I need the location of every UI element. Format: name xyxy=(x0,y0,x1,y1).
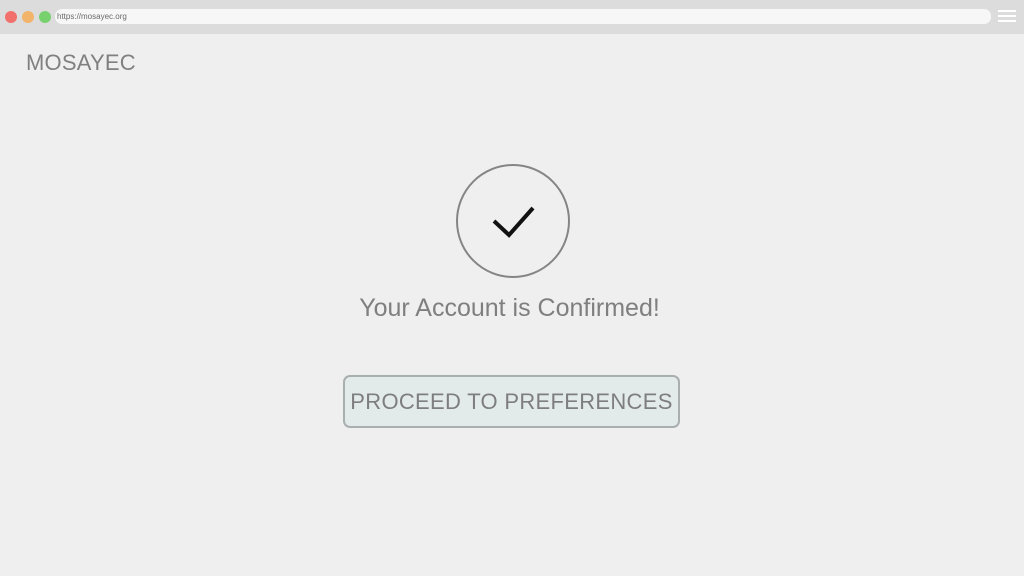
window-close-button[interactable] xyxy=(5,11,17,23)
checkmark-icon xyxy=(492,206,535,238)
brand-logo[interactable]: MOSAYEC xyxy=(26,50,136,76)
address-bar[interactable]: https://mosayec.org xyxy=(55,9,991,24)
browser-toolbar: https://mosayec.org xyxy=(0,0,1024,34)
proceed-to-preferences-button[interactable]: PROCEED TO PREFERENCES xyxy=(343,375,680,428)
confirmation-message: Your Account is Confirmed! xyxy=(359,294,660,322)
url-text: https://mosayec.org xyxy=(57,12,127,21)
window-maximize-button[interactable] xyxy=(39,11,51,23)
confirmation-circle xyxy=(456,164,570,278)
window-minimize-button[interactable] xyxy=(22,11,34,23)
hamburger-menu-icon[interactable] xyxy=(998,10,1016,24)
